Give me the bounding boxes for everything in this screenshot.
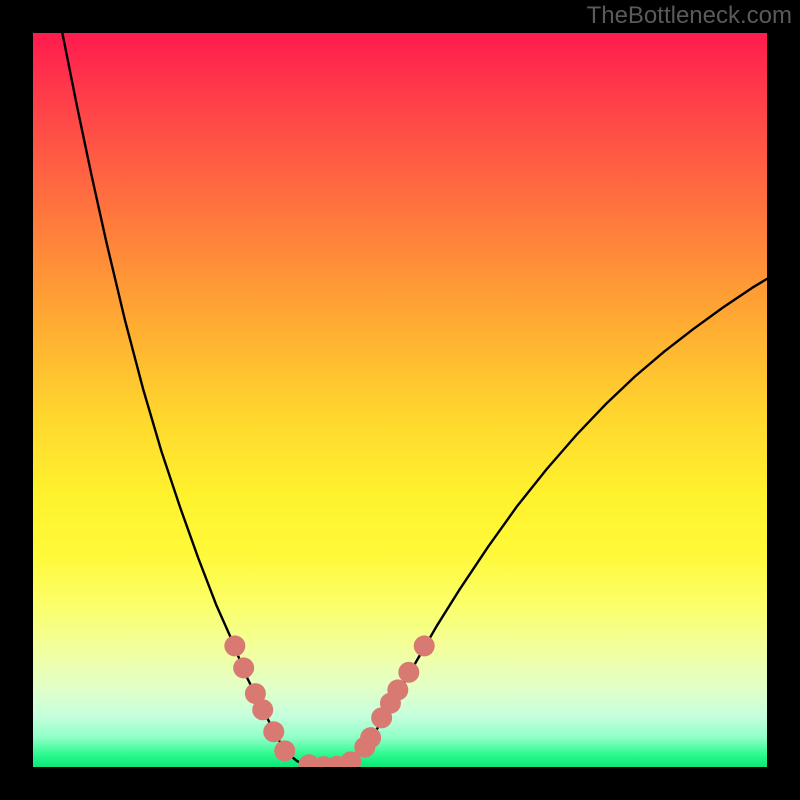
curve-path — [62, 33, 767, 767]
data-marker — [263, 721, 284, 742]
data-marker — [252, 699, 273, 720]
data-marker — [387, 679, 408, 700]
marker-group — [224, 635, 434, 767]
plot-area — [33, 33, 767, 767]
watermark-text: TheBottleneck.com — [587, 2, 792, 30]
data-marker — [398, 662, 419, 683]
data-marker — [414, 635, 435, 656]
chart-stage: TheBottleneck.com — [0, 0, 800, 800]
data-marker — [224, 635, 245, 656]
data-marker — [233, 657, 254, 678]
chart-svg — [33, 33, 767, 767]
data-marker — [360, 727, 381, 748]
data-marker — [274, 740, 295, 761]
bottleneck-curve — [62, 33, 767, 767]
